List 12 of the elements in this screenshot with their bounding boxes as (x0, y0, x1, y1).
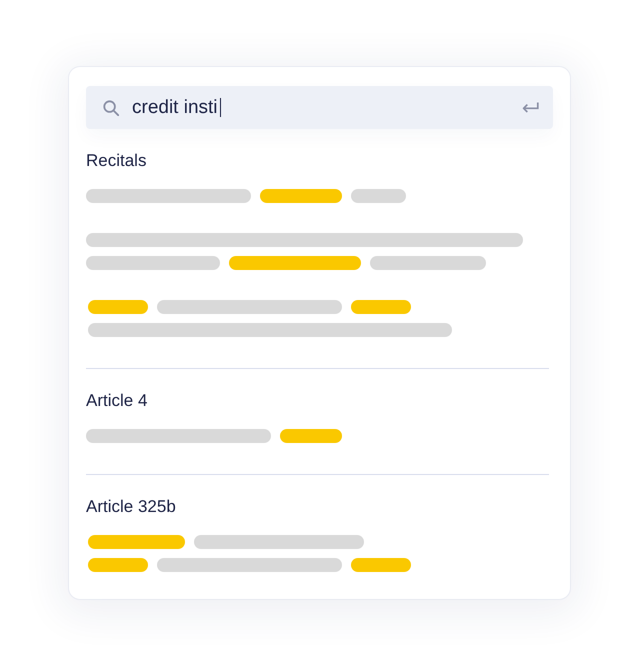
result-heading: Recitals (86, 151, 148, 171)
highlight-placeholder-bar (351, 558, 411, 572)
result-heading: Article 4 (86, 391, 148, 411)
result-heading: Article 325b (86, 497, 177, 517)
highlight-placeholder-bar (88, 300, 148, 314)
highlight-placeholder-bar (351, 300, 411, 314)
search-icon (103, 100, 119, 116)
search-field[interactable]: credit insti (86, 86, 553, 129)
enter-key-icon (522, 102, 539, 113)
text-placeholder-bar (351, 189, 406, 203)
highlight-placeholder-bar (88, 558, 148, 572)
highlight-placeholder-bar (280, 429, 342, 443)
